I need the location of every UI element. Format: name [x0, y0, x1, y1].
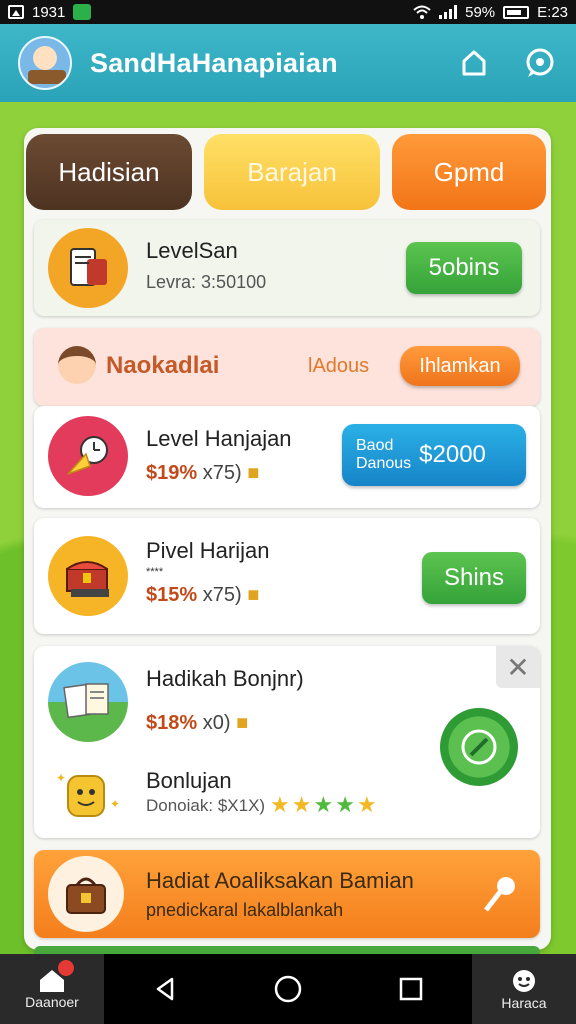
smiley-icon: [513, 970, 535, 992]
smiley-coin-icon: ✦ ✦: [54, 764, 124, 824]
bag-icon: [48, 856, 124, 932]
promo-aux-text: lAdous: [308, 355, 370, 377]
notification-badge: [58, 960, 74, 976]
level-title: LevelSan: [146, 238, 238, 263]
item-title: Hadikah Bonjnr): [146, 666, 304, 691]
bonus-button-line1: Baod: [356, 437, 394, 454]
promo-action-button[interactable]: Ihlamkan: [400, 346, 520, 386]
phone-icon: [48, 228, 128, 308]
avatar[interactable]: [18, 36, 72, 90]
nav-profile-tab[interactable]: Haraca: [472, 954, 576, 1024]
clock: E:23: [537, 3, 568, 21]
bonus-sub: Donoiak: $X1X): [146, 796, 266, 815]
clock-rocket-icon: [48, 416, 128, 496]
chat-icon[interactable]: [522, 45, 558, 81]
app-notification-icon: [73, 4, 92, 20]
treasure-chest-icon: [48, 536, 128, 616]
nav-left-label: Daanoer: [25, 994, 79, 1010]
close-icon[interactable]: ✕: [496, 646, 540, 688]
signal-icon: [439, 5, 458, 19]
item-title: Level Hanjajan: [146, 426, 292, 451]
recents-icon[interactable]: [398, 976, 424, 1002]
item-meta: x75): [202, 584, 242, 606]
key-icon[interactable]: [478, 872, 522, 916]
wifi-icon: [413, 5, 431, 19]
status-left-text: 1931: [32, 3, 66, 21]
tab-gpmd[interactable]: Gpmd: [392, 134, 546, 210]
tab-barajan[interactable]: Barajan: [204, 134, 380, 210]
item-row-hadikah: ✕ Hadikah Bonjnr) $18% x0) ■ ✦ ✦ Bonluja…: [34, 646, 540, 838]
document-icon: [48, 662, 128, 742]
level-sub-label: Levra:: [146, 272, 197, 292]
battery-percent: 59%: [465, 3, 496, 21]
star-icon: ★: [291, 792, 314, 817]
image-notification-icon: [8, 5, 24, 19]
main-panel: Hadisian Barajan Gpmd LevelSan Levra: 3:…: [24, 128, 551, 954]
item-row-pivel: Pivel Harijan **** $15% x75) ■ Shins: [34, 518, 540, 634]
item-meta: x75): [202, 462, 242, 484]
star-icon: ★: [270, 792, 292, 817]
tab-bar: Hadisian Barajan Gpmd: [26, 134, 549, 212]
nav-home-tab[interactable]: Daanoer: [0, 954, 104, 1024]
star-icon: ★: [356, 792, 379, 817]
bonus-button-price: $2000: [419, 441, 486, 468]
bonus-price-button[interactable]: Baod Danous $2000: [342, 424, 526, 486]
coin-icon: ■: [236, 712, 249, 734]
app-title: SandHaHanapiaian: [90, 47, 338, 78]
home-icon[interactable]: [456, 45, 492, 81]
bonus-button-line2: Danous: [356, 455, 412, 472]
item-title: Pivel Harijan: [146, 538, 270, 563]
footer-sub: pnedickaral lakalblankah: [146, 900, 344, 920]
item-price: $19%: [146, 462, 198, 484]
app-header: SandHaHanapiaian: [0, 24, 576, 102]
promo-row: Naokadlai lAdous Ihlamkan: [34, 328, 540, 406]
checkmark-seal-icon[interactable]: [440, 708, 518, 786]
battery-icon: [503, 5, 530, 19]
bottom-navigation: Daanoer Haraca: [0, 954, 576, 1024]
item-row-level: Level Hanjajan $19% x75) ■ Baod Danous $…: [34, 406, 540, 508]
footer-banner[interactable]: Hadiat Aoaliksakan Bamian pnedickaral la…: [34, 850, 540, 938]
coin-icon: ■: [247, 462, 260, 484]
item-action-button[interactable]: Shins: [422, 552, 526, 604]
home-circle-icon[interactable]: [273, 974, 303, 1004]
nav-right-label: Haraca: [501, 995, 547, 1011]
level-row: LevelSan Levra: 3:50100 5obins: [34, 220, 540, 316]
tab-hadisian[interactable]: Hadisian: [26, 134, 192, 210]
item-meta: x0): [202, 712, 231, 734]
item-price: $18%: [146, 712, 198, 734]
promo-name: Naokadlai: [106, 352, 220, 379]
svg-text:✦: ✦: [110, 797, 120, 811]
rating-stars: ★★★★★: [270, 792, 379, 818]
star-icon: ★: [335, 792, 357, 817]
svg-text:✦: ✦: [56, 771, 66, 785]
back-icon[interactable]: [152, 976, 178, 1002]
bonus-title: Bonlujan: [146, 768, 232, 793]
level-action-button[interactable]: 5obins: [406, 242, 522, 294]
item-price: $15%: [146, 584, 198, 606]
next-item-peek: [34, 946, 540, 954]
character-face-icon: [58, 346, 96, 384]
footer-title: Hadiat Aoaliksakan Bamian: [146, 868, 414, 893]
star-icon: ★: [313, 792, 336, 817]
coin-icon: ■: [247, 584, 260, 606]
status-bar: 1931 59% E:23: [0, 0, 576, 24]
level-sub-value: 3:50100: [201, 272, 267, 292]
item-tiny-note: ****: [146, 566, 164, 578]
